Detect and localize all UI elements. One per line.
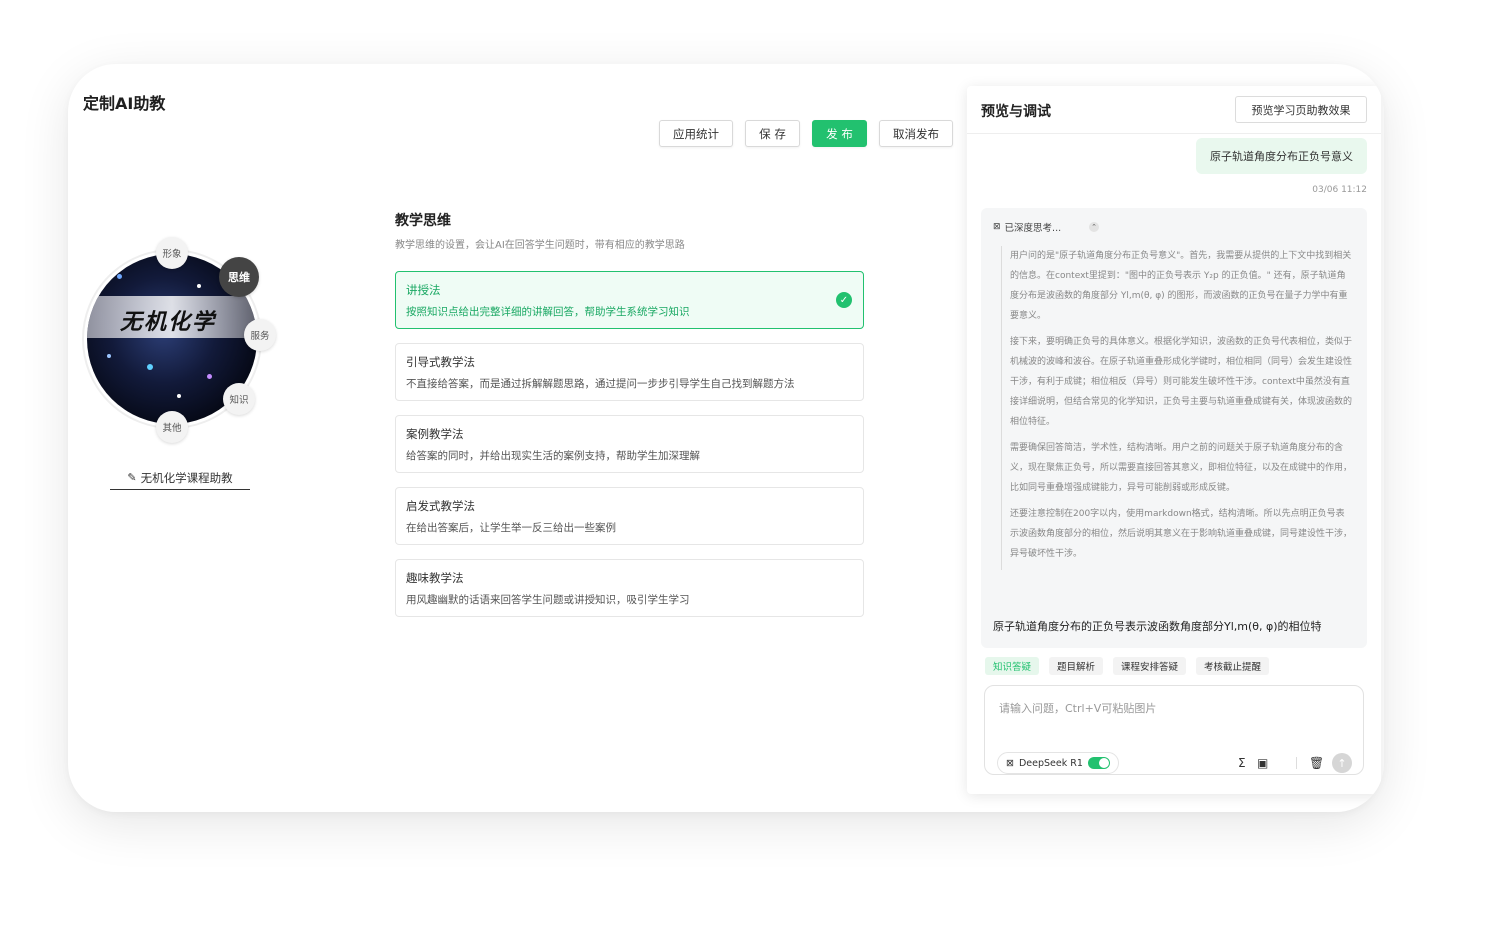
preview-panel: 预览与调试 预览学习页助教效果 原子轨道角度分布正负号意义 03/06 11:1… — [967, 86, 1381, 794]
deep-think-toggle[interactable] — [1087, 757, 1110, 769]
assistant-name[interactable]: ✎ 无机化学课程助教 — [110, 466, 250, 490]
method-list: 讲授法 按照知识点给出完整详细的讲解回答，帮助学生系统学习知识 ✓ 引导式教学法… — [395, 271, 864, 631]
method-desc: 不直接给答案，而是通过拆解解题思路，通过提问一步步引导学生自己找到解题方法 — [406, 378, 795, 390]
answer-text: 原子轨道角度分布的正负号表示波函数角度部分Yl,m(θ, φ)的相位特 — [993, 620, 1322, 633]
method-desc: 在给出答案后，让学生举一反三给出一些案例 — [406, 522, 616, 534]
assistant-reply: ⊠ 已深度思考... ⌃ 用户问的是"原子轨道角度分布正负号意义"。首先，我需要… — [981, 208, 1367, 648]
method-option-heuristic[interactable]: 启发式教学法 在给出答案后，让学生举一反三给出一些案例 — [395, 487, 864, 545]
thinking-content: 用户问的是"原子轨道角度分布正负号意义"。首先，我需要从提供的上下文中找到相关的… — [1001, 246, 1353, 570]
chip-thinking[interactable]: 思维 — [219, 257, 259, 297]
model-selector[interactable]: ⊠ DeepSeek R1 — [997, 752, 1119, 774]
section-title: 教学思维 — [395, 213, 451, 229]
chat-input[interactable]: 请输入问题，Ctrl+V可粘贴图片 ⊠ DeepSeek R1 Σ ▣ 🗑 ↑ — [984, 685, 1364, 775]
avatar-sparkle — [117, 274, 122, 279]
app-title: 定制AI助教 — [83, 94, 166, 113]
method-desc: 给答案的同时，并给出现实生活的案例支持，帮助学生加深理解 — [406, 450, 700, 462]
method-name: 启发式教学法 — [406, 499, 475, 513]
chip-other[interactable]: 其他 — [156, 411, 188, 443]
section-desc: 教学思维的设置，会让AI在回答学生问题时，带有相应的教学思路 — [395, 240, 685, 251]
chevron-up-icon[interactable]: ⌃ — [1089, 222, 1100, 232]
save-button[interactable]: 保 存 — [745, 120, 800, 147]
toolbar: 应用统计 保 存 发 布 取消发布 — [659, 120, 953, 147]
thinking-header[interactable]: ⊠ 已深度思考... ⌃ — [993, 220, 1100, 234]
quick-tags: 知识答疑 题目解析 课程安排答疑 考核截止提醒 — [985, 657, 1270, 675]
image-upload-icon[interactable]: ▣ — [1257, 756, 1268, 770]
method-option-fun[interactable]: 趣味教学法 用风趣幽默的话语来回答学生问题或讲授知识，吸引学生学习 — [395, 559, 864, 617]
thinking-label: 已深度思考... — [1004, 223, 1062, 234]
avatar-sparkle — [197, 284, 201, 288]
avatar-sparkle — [107, 354, 111, 358]
method-desc: 按照知识点给出完整详细的讲解回答，帮助学生系统学习知识 — [406, 306, 690, 318]
tag-knowledge-qa[interactable]: 知识答疑 — [985, 657, 1040, 675]
tag-course-schedule[interactable]: 课程安排答疑 — [1113, 657, 1187, 675]
avatar-brand-text: 无机化学 — [120, 309, 217, 335]
formula-icon[interactable]: Σ — [1238, 756, 1246, 770]
check-icon: ✓ — [836, 292, 852, 308]
avatar-sparkle — [147, 364, 153, 370]
pencil-icon: ✎ — [127, 471, 137, 484]
thinking-icon: ⊠ — [993, 222, 1001, 232]
method-name: 案例教学法 — [406, 427, 464, 441]
method-option-case[interactable]: 案例教学法 给答案的同时，并给出现实生活的案例支持，帮助学生加深理解 — [395, 415, 864, 473]
model-icon: ⊠ — [1006, 757, 1014, 769]
publish-button[interactable]: 发 布 — [812, 120, 867, 147]
assistant-name-text: 无机化学课程助教 — [140, 470, 233, 485]
thinking-paragraph: 用户问的是"原子轨道角度分布正负号意义"。首先，我需要从提供的上下文中找到相关的… — [1010, 251, 1352, 321]
thinking-paragraph: 接下来，要明确正负号的具体意义。根据化学知识，波函数的正负号代表相位，类似于机械… — [1010, 337, 1353, 427]
chip-service[interactable]: 服务 — [244, 319, 276, 351]
chip-image[interactable]: 形象 — [156, 237, 188, 269]
avatar-sparkle — [207, 374, 212, 379]
method-option-guided[interactable]: 引导式教学法 不直接给答案，而是通过拆解解题思路，通过提问一步步引导学生自己找到… — [395, 343, 864, 401]
stats-button[interactable]: 应用统计 — [659, 120, 733, 147]
avatar-sparkle — [177, 394, 181, 398]
input-placeholder: 请输入问题，Ctrl+V可粘贴图片 — [999, 702, 1157, 715]
send-button[interactable]: ↑ — [1332, 753, 1352, 773]
method-name: 趣味教学法 — [406, 571, 464, 585]
unpublish-button[interactable]: 取消发布 — [879, 120, 953, 147]
preview-page-button[interactable]: 预览学习页助教效果 — [1235, 96, 1367, 123]
panel-title: 预览与调试 — [981, 104, 1051, 120]
chip-knowledge[interactable]: 知识 — [223, 383, 255, 415]
method-name: 引导式教学法 — [406, 355, 475, 369]
thinking-paragraph: 需要确保回答简洁，学术性，结构清晰。用户之前的问题关于原子轨道角度分布的含义，现… — [1010, 443, 1353, 493]
thinking-paragraph: 还要注意控制在200字以内，使用markdown格式，结构清晰。所以先点明正负号… — [1010, 509, 1353, 559]
message-time: 03/06 11:12 — [1312, 185, 1367, 195]
method-desc: 用风趣幽默的话语来回答学生问题或讲授知识，吸引学生学习 — [406, 594, 690, 606]
method-option-lecture[interactable]: 讲授法 按照知识点给出完整详细的讲解回答，帮助学生系统学习知识 ✓ — [395, 271, 864, 329]
tag-question-analysis[interactable]: 题目解析 — [1049, 657, 1104, 675]
main-card: 定制AI助教 应用统计 保 存 发 布 取消发布 无机化学 形象 思维 服务 知… — [68, 64, 1384, 812]
tag-exam-deadline[interactable]: 考核截止提醒 — [1196, 657, 1270, 675]
user-message: 原子轨道角度分布正负号意义 — [1196, 138, 1367, 174]
avatar: 无机化学 形象 思维 服务 知识 其他 — [82, 237, 276, 443]
toolbar-separator — [1296, 757, 1297, 769]
panel-divider — [967, 133, 1381, 134]
trash-icon[interactable]: 🗑 — [1309, 756, 1324, 770]
model-name: DeepSeek R1 — [1018, 757, 1083, 769]
method-name: 讲授法 — [406, 283, 441, 297]
